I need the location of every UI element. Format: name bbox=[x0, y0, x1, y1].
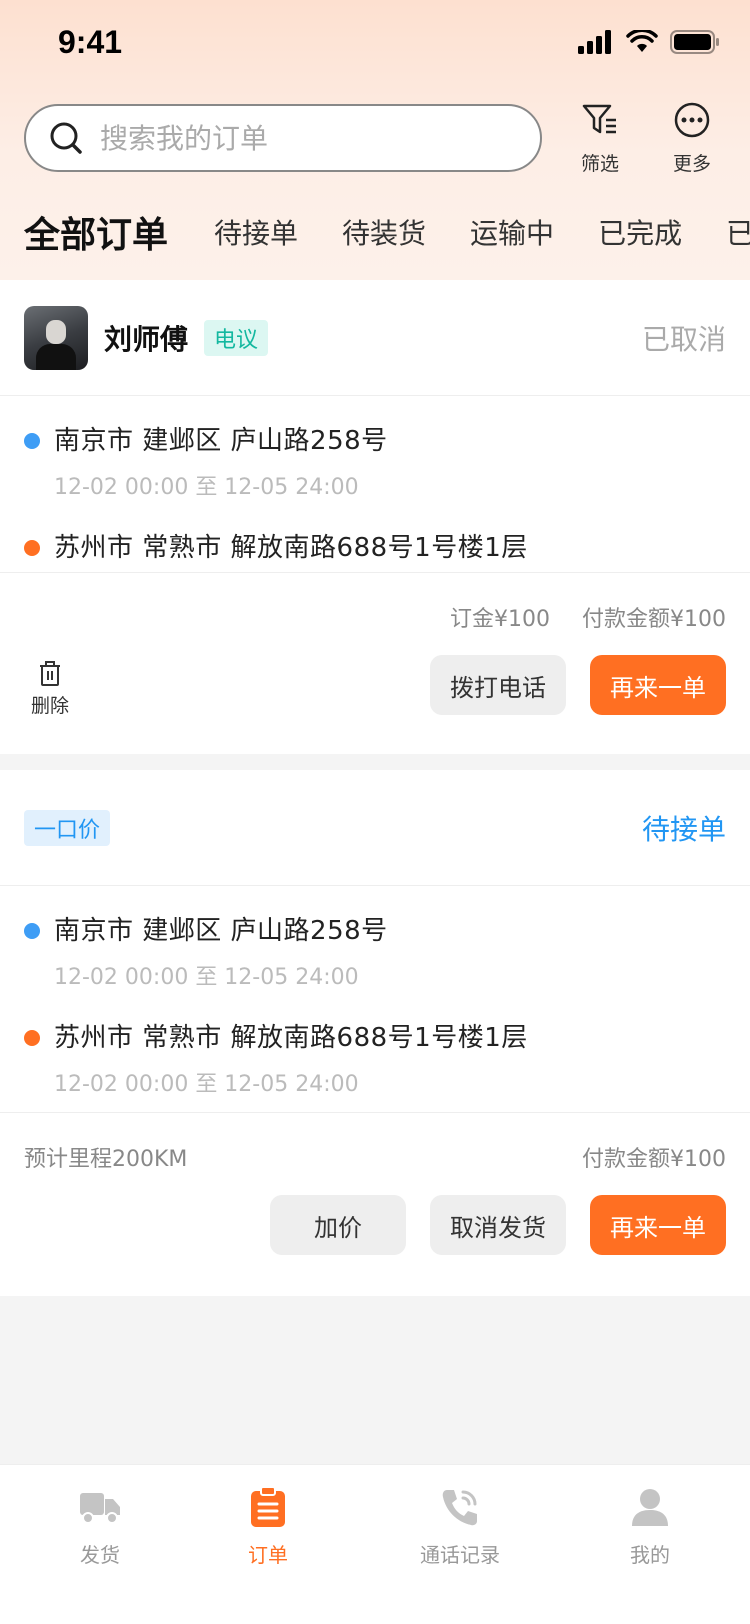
trash-icon bbox=[40, 661, 60, 686]
reorder-button[interactable]: 再来一单 bbox=[590, 1195, 726, 1255]
wifi-icon bbox=[626, 30, 658, 52]
filter-label: 筛选 bbox=[580, 153, 619, 175]
price-type-tag: 电议 bbox=[204, 319, 269, 356]
tab-pending-accept[interactable]: 待接单 bbox=[214, 212, 298, 252]
reorder-button[interactable]: 再来一单 bbox=[590, 655, 726, 715]
dropoff-dot bbox=[24, 540, 40, 556]
deposit-amount: 订金¥100 bbox=[450, 607, 550, 632]
delete-button[interactable]: 删除 bbox=[26, 661, 74, 718]
status-time: 9:41 bbox=[58, 24, 123, 60]
more-label: 更多 bbox=[672, 153, 711, 175]
order-card[interactable]: 刘师傅 电议 已取消 南京市 建邺区 庐山路258号 12-02 00:00 至… bbox=[0, 280, 750, 754]
order-status: 待接单 bbox=[641, 812, 726, 846]
clipboard-icon bbox=[251, 1486, 285, 1527]
signal-icon bbox=[578, 30, 611, 54]
order-footer: 订金¥100 付款金额¥100 删除 拨打电话 再来一单 bbox=[0, 573, 750, 753]
dropoff-stop: 苏州市 常熟市 解放南路688号1号楼1层 bbox=[24, 527, 726, 564]
tabbar-item-me[interactable]: 我的 bbox=[590, 1483, 710, 1568]
filter-button[interactable]: 筛选 bbox=[560, 100, 640, 176]
raise-price-button[interactable]: 加价 bbox=[270, 1195, 406, 1255]
dropoff-address: 苏州市 常熟市 解放南路688号1号楼1层 bbox=[54, 1023, 528, 1053]
dropoff-dot bbox=[24, 1030, 40, 1046]
dropoff-stop: 苏州市 常熟市 解放南路688号1号楼1层 12-02 00:00 至 12-0… bbox=[24, 1017, 726, 1098]
route: 南京市 建邺区 庐山路258号 12-02 00:00 至 12-05 24:0… bbox=[0, 886, 750, 1112]
more-button[interactable]: 更多 bbox=[652, 100, 732, 176]
search-icon bbox=[50, 122, 82, 154]
tab-pending-load[interactable]: 待装货 bbox=[342, 212, 426, 252]
tabbar-item-call-log[interactable]: 通话记录 bbox=[400, 1483, 520, 1568]
pickup-stop: 南京市 建邺区 庐山路258号 12-02 00:00 至 12-05 24:0… bbox=[24, 910, 726, 991]
tab-completed[interactable]: 已完成 bbox=[598, 212, 682, 252]
truck-icon bbox=[80, 1493, 120, 1524]
user-icon bbox=[632, 1489, 668, 1526]
tabbar-label-ship: 发货 bbox=[80, 1543, 120, 1567]
phone-icon bbox=[442, 1490, 477, 1526]
pickup-time: 12-02 00:00 至 12-05 24:00 bbox=[54, 965, 359, 990]
delete-label: 删除 bbox=[30, 695, 69, 717]
battery-icon bbox=[670, 30, 719, 54]
more-icon bbox=[674, 102, 710, 138]
pickup-address: 南京市 建邺区 庐山路258号 bbox=[54, 916, 388, 946]
tabbar-label-me: 我的 bbox=[630, 1543, 670, 1567]
order-card-header: 一口价 待接单 bbox=[0, 770, 750, 886]
pickup-address: 南京市 建邺区 庐山路258号 bbox=[54, 426, 388, 456]
tabbar-label-orders: 订单 bbox=[248, 1543, 288, 1567]
tab-in-transit[interactable]: 运输中 bbox=[470, 212, 554, 252]
price-type-tag: 一口价 bbox=[24, 809, 111, 846]
tabbar-item-orders[interactable]: 订单 bbox=[208, 1483, 328, 1568]
payment-amount: 付款金额¥100 bbox=[582, 607, 726, 632]
call-button[interactable]: 拨打电话 bbox=[430, 655, 566, 715]
cancel-shipment-button[interactable]: 取消发货 bbox=[430, 1195, 566, 1255]
tab-all-orders[interactable]: 全部订单 bbox=[24, 206, 168, 258]
route: 南京市 建邺区 庐山路258号 12-02 00:00 至 12-05 24:0… bbox=[0, 396, 750, 572]
status-bar: 9:41 bbox=[0, 0, 750, 88]
driver-name: 刘师傅 bbox=[104, 322, 189, 356]
estimated-mileage: 预计里程200KM bbox=[24, 1147, 188, 1172]
dropoff-address: 苏州市 常熟市 解放南路688号1号楼1层 bbox=[54, 533, 528, 563]
bottom-tab-bar: 发货 订单 通话记录 我的 bbox=[0, 1464, 750, 1624]
status-icons bbox=[578, 30, 720, 54]
search-bar[interactable] bbox=[24, 104, 542, 172]
search-input[interactable] bbox=[100, 121, 500, 155]
tab-more-truncated[interactable]: 已 bbox=[726, 212, 750, 252]
pickup-dot bbox=[24, 923, 40, 939]
tabbar-item-ship[interactable]: 发货 bbox=[40, 1483, 160, 1568]
pickup-dot bbox=[24, 433, 40, 449]
pickup-stop: 南京市 建邺区 庐山路258号 12-02 00:00 至 12-05 24:0… bbox=[24, 420, 726, 501]
dropoff-time: 12-02 00:00 至 12-05 24:00 bbox=[54, 1072, 359, 1097]
pickup-time: 12-02 00:00 至 12-05 24:00 bbox=[54, 475, 359, 500]
order-footer: 预计里程200KM 付款金额¥100 加价 取消发货 再来一单 bbox=[0, 1113, 750, 1297]
filter-icon bbox=[582, 104, 616, 134]
tabbar-label-call-log: 通话记录 bbox=[420, 1543, 500, 1567]
order-card[interactable]: 一口价 待接单 南京市 建邺区 庐山路258号 12-02 00:00 至 12… bbox=[0, 770, 750, 1296]
order-tabs: 全部订单 待接单 待装货 运输中 已完成 已 bbox=[0, 200, 750, 264]
order-status: 已取消 bbox=[641, 322, 726, 356]
order-card-header: 刘师傅 电议 已取消 bbox=[0, 280, 750, 396]
payment-amount: 付款金额¥100 bbox=[582, 1147, 726, 1172]
avatar bbox=[24, 305, 88, 370]
